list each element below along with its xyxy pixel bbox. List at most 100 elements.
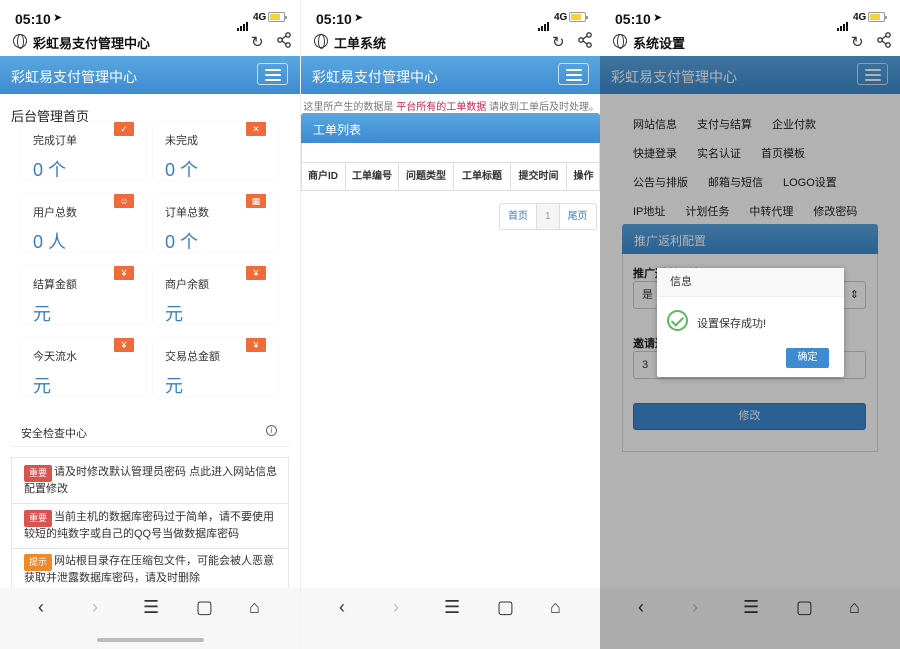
stat-card: 今天流水 元 ¥ [21,338,146,396]
yen-icon: ¥ [246,266,266,280]
stat-card: 未完成 0 个 ✕ [153,122,278,180]
column-header: 问题类型 [399,163,454,190]
last-page-link[interactable]: 尾页 [560,204,596,229]
location-icon: ➤ [354,11,363,24]
info-icon[interactable]: i [266,425,277,436]
page-title: 彩虹易支付管理中心 [33,33,150,52]
network-label: 4G [253,12,266,23]
home-icon[interactable]: ⌂ [550,597,561,618]
stat-card: 用户总数 0 人 ☺ [21,194,146,252]
alert-tag-important: 重要 [24,465,52,482]
reload-icon[interactable]: ↻ [251,33,264,51]
alert-item: 提示网站根目录存在压缩包文件，可能会被人恶意获取并泄露数据库密码，请及时删除 [12,554,288,586]
success-check-icon [667,310,688,331]
network-label: 4G [853,12,866,23]
yen-icon: ¥ [246,338,266,352]
status-bar: 05:10 ➤ 4G [600,0,900,28]
reload-icon[interactable]: ↻ [552,33,565,51]
column-header: 工单编号 [346,163,399,190]
menu-icon[interactable]: ☰ [444,597,460,618]
home-indicator [97,638,204,642]
stat-label: 用户总数 [33,204,77,220]
battery-icon [569,12,586,22]
pagination: 首页 1 尾页 [499,203,597,230]
status-time: 05:10 [15,11,51,27]
status-bar: 05:10 ➤ 4G [0,0,300,28]
browser-toolbar: ‹ › ☰ ▢ ⌂ [0,588,300,649]
app-navbar: 彩虹易支付管理中心 [301,56,600,94]
stat-card: 商户余额 元 ¥ [153,266,278,324]
yen-icon: ¥ [114,338,134,352]
menu-toggle-button[interactable] [257,63,288,85]
share-icon[interactable] [876,32,892,48]
home-icon[interactable]: ⌂ [249,597,260,618]
notice-suffix: 请收到工单后及时处理。 [489,102,599,113]
ticket-table-header: 商户ID 工单编号 问题类型 工单标题 提交时间 操作 [301,162,600,190]
location-icon: ➤ [53,11,62,24]
stat-value: 0 个 [33,156,66,182]
share-icon[interactable] [577,32,593,48]
stat-label: 订单总数 [165,204,209,220]
stat-label: 交易总金额 [165,348,220,364]
stat-label: 未完成 [165,132,198,148]
globe-icon [13,34,27,48]
menu-icon[interactable]: ☰ [143,597,159,618]
user-icon: ☺ [114,194,134,208]
ticket-list-title: 工单列表 [313,121,361,138]
column-header: 工单标题 [454,163,511,190]
menu-toggle-button[interactable] [558,63,589,85]
stat-card: 结算金额 元 ¥ [21,266,146,324]
brand-title[interactable]: 彩虹易支付管理中心 [11,67,137,87]
reload-icon[interactable]: ↻ [851,33,864,51]
browser-titlebar: 系统设置 ↻ [600,28,900,56]
browser-toolbar: ‹ › ☰ ▢ ⌂ [301,588,600,649]
notice-highlight: 平台所有的工单数据 [396,102,486,113]
stat-value: 元 [165,300,183,326]
current-page[interactable]: 1 [537,204,560,229]
app-navbar: 彩虹易支付管理中心 [0,56,300,94]
security-title: 安全检查中心 [21,425,87,441]
confirm-button[interactable]: 确定 [786,348,829,368]
tabs-icon[interactable]: ▢ [196,597,213,618]
stat-value: 元 [33,372,51,398]
phone-panel-dashboard: 05:10 ➤ 4G 彩虹易支付管理中心 ↻ 彩虹易支付管理中心 后台管理首页 … [0,0,300,649]
back-icon[interactable]: ‹ [38,597,44,618]
globe-icon [314,34,328,48]
alert-text[interactable]: 请及时修改默认管理员密码 点此进入网站信息配置修改 [24,466,277,495]
security-alert-list: 重要请及时修改默认管理员密码 点此进入网站信息配置修改 重要当前主机的数据库密码… [11,457,289,597]
yen-icon: ¥ [114,266,134,280]
alert-text: 网站根目录存在压缩包文件，可能会被人恶意获取并泄露数据库密码，请及时删除 [24,555,274,584]
stat-value: 元 [33,300,51,326]
first-page-link[interactable]: 首页 [500,204,537,229]
status-time: 05:10 [615,11,651,27]
share-icon[interactable] [276,32,292,48]
back-icon[interactable]: ‹ [339,597,345,618]
phone-panel-settings: 05:10 ➤ 4G 系统设置 ↻ 彩虹易支付管理中心 网站信息 支付与结算 企… [600,0,900,649]
page-title: 系统设置 [633,33,685,52]
ticket-list-header: 工单列表 [301,113,600,143]
battery-icon [868,12,885,22]
stat-label: 商户余额 [165,276,209,292]
alert-tag-important: 重要 [24,510,52,527]
order-icon: ▦ [246,194,266,208]
browser-titlebar: 工单系统 ↻ [301,28,600,56]
alert-item: 重要当前主机的数据库密码过于简单，请不要使用较短的纯数字或自己的QQ号当做数据库… [12,510,288,542]
page-title: 工单系统 [334,33,386,52]
forward-icon[interactable]: › [393,597,399,618]
notice-prefix: 这里所产生的数据是 [303,102,393,113]
ticket-notice: 这里所产生的数据是 平台所有的工单数据 请收到工单后及时处理。 [301,98,600,113]
stat-value: 元 [165,372,183,398]
cross-icon: ✕ [246,122,266,136]
forward-icon[interactable]: › [92,597,98,618]
dialog-message: 设置保存成功! [697,315,766,331]
battery-icon [268,12,285,22]
column-header: 商户ID [301,163,346,190]
brand-title[interactable]: 彩虹易支付管理中心 [312,67,438,87]
alert-item[interactable]: 重要请及时修改默认管理员密码 点此进入网站信息配置修改 [12,465,288,497]
stat-label: 完成订单 [33,132,77,148]
network-label: 4G [554,12,567,23]
tabs-icon[interactable]: ▢ [497,597,514,618]
stat-value: 0 个 [165,228,198,254]
check-icon: ✓ [114,122,134,136]
stat-card: 交易总金额 元 ¥ [153,338,278,396]
